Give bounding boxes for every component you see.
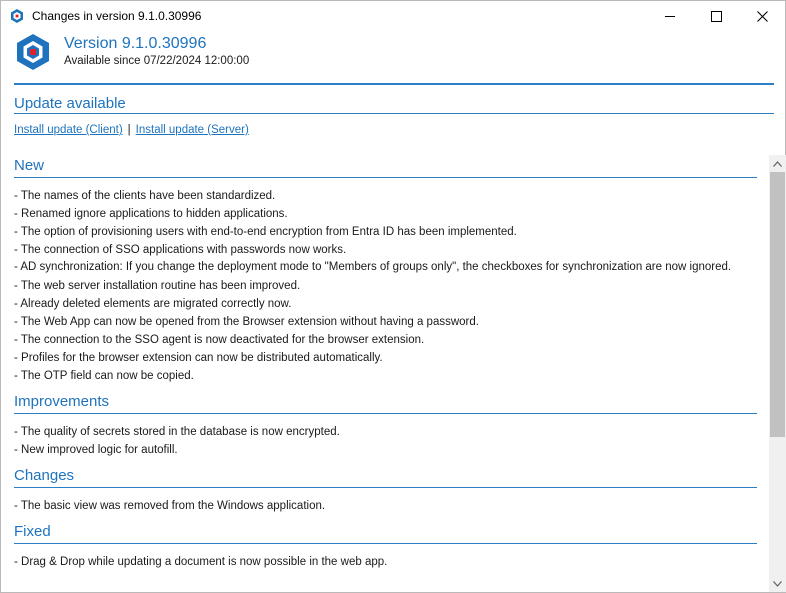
note-item: - The quality of secrets stored in the d… [14, 426, 340, 438]
update-links: Install update (Client) | Install update (… [14, 124, 249, 136]
note-item: - The option of provisioning users with … [14, 226, 517, 238]
close-button[interactable] [739, 1, 785, 31]
note-item: - Already deleted elements are migrated … [14, 298, 292, 310]
scroll-up-button[interactable] [769, 155, 786, 172]
maximize-button[interactable] [693, 1, 739, 31]
window-title: Changes in version 9.1.0.30996 [32, 9, 202, 23]
product-logo [17, 34, 49, 70]
app-icon [11, 9, 23, 23]
header-divider [14, 83, 774, 85]
note-item: - Profiles for the browser extension can… [14, 352, 383, 364]
section-heading-fixed: Fixed [14, 523, 51, 540]
link-separator: | [127, 124, 131, 136]
install-server-link[interactable]: Install update (Server) [136, 124, 249, 136]
vertical-scrollbar[interactable] [769, 155, 786, 592]
section-divider [14, 543, 757, 544]
section-new: New - The names of the clients have been… [14, 156, 757, 385]
scroll-thumb[interactable] [770, 172, 785, 437]
note-item: - The connection of SSO applications wit… [14, 244, 347, 256]
note-item: - New improved logic for autofill. [14, 444, 178, 456]
section-divider [14, 413, 757, 414]
note-item: - Drag & Drop while updating a document … [14, 556, 388, 568]
note-item: - The Web App can now be opened from the… [14, 316, 479, 328]
version-title: Version 9.1.0.30996 [64, 35, 207, 52]
section-heading-new: New [14, 157, 45, 174]
section-divider [14, 177, 757, 178]
chevron-down-icon [773, 580, 782, 587]
update-divider [14, 113, 774, 114]
note-item: - The connection to the SSO agent is now… [14, 334, 425, 346]
section-changes: Changes - The basic view was removed fro… [14, 466, 757, 515]
scroll-down-button[interactable] [769, 575, 786, 592]
title-bar[interactable]: Changes in version 9.1.0.30996 [1, 1, 785, 31]
section-fixed: Fixed - Drag & Drop while updating a doc… [14, 522, 757, 571]
changes-dialog: Changes in version 9.1.0.30996 Version 9… [0, 0, 786, 593]
note-item: - The names of the clients have been sta… [14, 190, 276, 202]
section-heading-improvements: Improvements [14, 393, 110, 410]
section-improvements: Improvements - The quality of secrets st… [14, 392, 757, 459]
note-item: - The OTP field can now be copied. [14, 370, 194, 382]
release-notes[interactable]: New - The names of the clients have been… [14, 156, 757, 591]
section-heading-changes: Changes [14, 467, 75, 484]
note-item: - Renamed ignore applications to hidden … [14, 208, 288, 220]
chevron-up-icon [773, 160, 782, 167]
note-item: - AD synchronization: If you change the … [14, 261, 732, 273]
maximize-icon [710, 10, 722, 22]
available-since: Available since 07/22/2024 12:00:00 [64, 55, 250, 67]
minimize-icon [664, 15, 675, 17]
note-item: - The basic view was removed from the Wi… [14, 500, 326, 512]
install-client-link[interactable]: Install update (Client) [14, 124, 123, 136]
minimize-button[interactable] [647, 1, 693, 31]
update-heading: Update available [14, 95, 126, 112]
close-icon [756, 10, 768, 22]
note-item: - The web server installation routine ha… [14, 280, 301, 292]
section-divider [14, 487, 757, 488]
